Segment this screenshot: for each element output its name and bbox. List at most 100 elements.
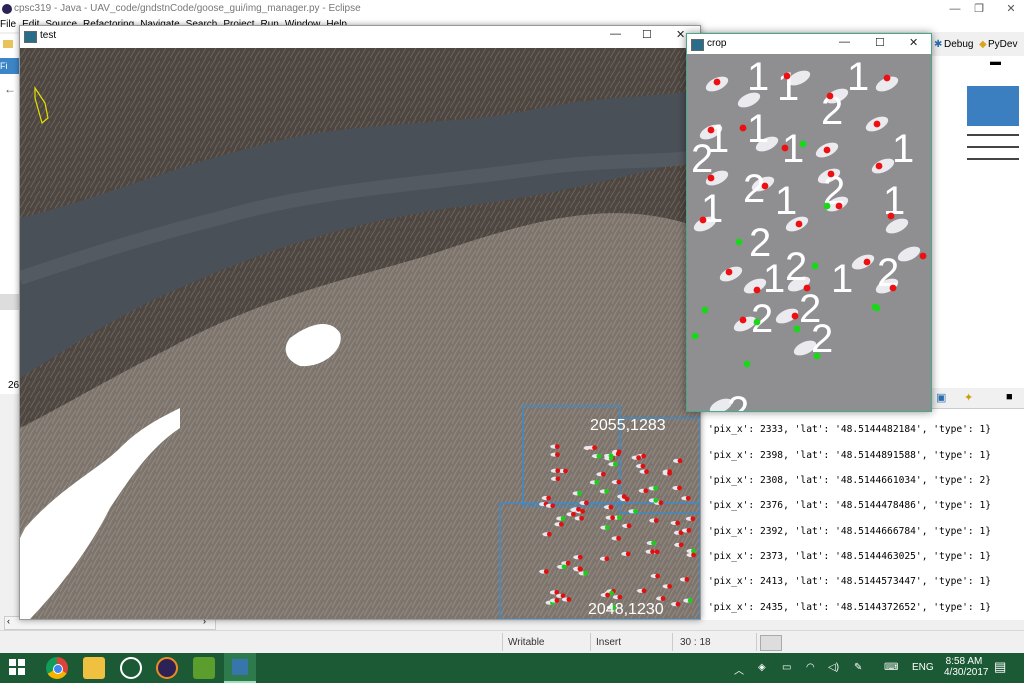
- goose-marker: [615, 451, 621, 457]
- goose-marker-type-1: [873, 120, 881, 128]
- goose-marker: [570, 511, 576, 517]
- pen-icon[interactable]: ✎: [854, 662, 862, 673]
- minimize-view-icon[interactable]: ▬: [990, 56, 1001, 68]
- debug-perspective[interactable]: Debug: [944, 39, 973, 50]
- goose-marker: [667, 583, 673, 589]
- goose-marker-type-2: [793, 325, 801, 333]
- tray-chevron-icon[interactable]: ︿: [734, 662, 744, 677]
- close-button[interactable]: ✕: [988, 0, 1024, 18]
- goose-marker-type-2: [743, 360, 751, 368]
- goose-marker-type-1: [699, 216, 707, 224]
- goose-marker: [561, 564, 567, 570]
- status-icon[interactable]: [760, 635, 782, 651]
- goose-marker: [560, 516, 566, 521]
- goose-marker-type-2: [691, 332, 699, 340]
- goose-marker: [554, 444, 560, 449]
- test-window: test — ☐ ✕ 2055,1283 2048,1230: [19, 25, 701, 620]
- maximize-view-icon[interactable]: ■: [1006, 391, 1013, 403]
- goose-marker: [604, 525, 610, 530]
- type-label-2: 2: [743, 167, 765, 211]
- goose-marker-type-1: [713, 78, 721, 86]
- explorer-tab[interactable]: Fi: [0, 58, 20, 74]
- goose-marker: [616, 515, 622, 521]
- goose-marker: [600, 471, 606, 477]
- crop-close-button[interactable]: ✕: [909, 36, 918, 49]
- eclipse-titlebar: cpsc319 - Java - UAV_code/gndstnCode/goo…: [0, 0, 1024, 18]
- goose-marker: [565, 560, 571, 566]
- console-line: 'pix_x': 2333, 'lat': '48.5144482184', '…: [708, 424, 992, 435]
- goose-marker: [577, 490, 582, 496]
- console-line: 'pix_x': 2398, 'lat': '48.5144891588', '…: [708, 450, 992, 461]
- minimap-line: [967, 146, 1019, 148]
- goose-marker-type-1: [783, 72, 791, 80]
- scroll-left-icon[interactable]: ‹: [7, 616, 10, 626]
- goose-marker-type-2: [735, 238, 743, 246]
- goose-marker: [636, 455, 642, 461]
- dropbox-icon[interactable]: ◈: [758, 662, 766, 673]
- type-label-1: 1: [775, 179, 797, 223]
- windows-start-icon[interactable]: [9, 659, 25, 675]
- menu-file[interactable]: File: [0, 19, 16, 30]
- goose-marker: [655, 573, 660, 579]
- crop-maximize-button[interactable]: ☐: [875, 36, 885, 49]
- test-window-title: test: [40, 30, 57, 41]
- test-maximize-button[interactable]: ☐: [642, 28, 652, 41]
- settings-icon[interactable]: [120, 657, 142, 679]
- goose-marker-type-2: [813, 352, 821, 360]
- minimap-highlight: [967, 86, 1019, 126]
- keyboard-icon[interactable]: ⌨: [884, 662, 898, 673]
- wifi-icon[interactable]: ◠: [806, 662, 815, 673]
- crop-image-canvas[interactable]: 1 1 1 1 1 1 1 1 1 1 1 1 2 2 2 2 2 2 2 2: [687, 54, 931, 411]
- type-label-1: 1: [701, 187, 723, 231]
- editor-icon[interactable]: [193, 657, 215, 679]
- goose-marker: [643, 488, 649, 494]
- type-label-1: 1: [747, 107, 769, 151]
- eclipse-taskbar-icon[interactable]: [156, 657, 178, 679]
- battery-icon[interactable]: ▭: [782, 662, 791, 673]
- test-close-button[interactable]: ✕: [676, 28, 685, 41]
- action-center-icon[interactable]: ▤: [994, 659, 1006, 675]
- goose-marker-type-1: [863, 258, 871, 266]
- console-line: 'pix_x': 2373, 'lat': '48.5144463025', '…: [708, 551, 992, 562]
- goose-marker: [555, 468, 561, 474]
- perspective-bar: ✱ Debug ◆ PyDev ▬: [930, 34, 1024, 68]
- pydev-perspective[interactable]: PyDev: [988, 39, 1017, 50]
- goose-marker: [612, 461, 618, 467]
- type-label-1: 1: [777, 65, 799, 109]
- line-number: 26: [8, 380, 20, 391]
- goose-marker-type-2: [823, 202, 831, 210]
- language-indicator[interactable]: ENG: [912, 662, 934, 673]
- console-line: 'pix_x': 2413, 'lat': '48.5144573447', '…: [708, 576, 992, 587]
- aerial-image-canvas[interactable]: 2055,1283 2048,1230 1923: [20, 48, 700, 619]
- file-explorer-icon[interactable]: [83, 657, 105, 679]
- pydev-icon: ◆: [979, 39, 987, 50]
- python-window-icon[interactable]: [224, 653, 256, 683]
- type-label-1: 1: [892, 127, 914, 171]
- goose-marker-type-1: [781, 144, 789, 152]
- type-label-2: 2: [749, 221, 771, 265]
- goose-marker: [616, 535, 621, 541]
- new-console-icon[interactable]: ✦: [964, 391, 973, 404]
- goose-marker: [546, 531, 552, 537]
- goose-marker: [651, 540, 656, 546]
- goose-marker: [604, 488, 610, 494]
- volume-icon[interactable]: ◁): [828, 662, 839, 673]
- minimap-line: [967, 158, 1019, 160]
- goose-marker-type-1: [887, 212, 895, 220]
- outline-pane: [930, 34, 1024, 389]
- folder-icon: [3, 40, 13, 48]
- crop-window: crop — ☐ ✕ 1 1 1 1 1 1 1 1 1 1 1 1 2 2 2…: [686, 33, 932, 412]
- aerial-image: 2055,1283 2048,1230 1923: [20, 48, 700, 619]
- display-console-icon[interactable]: ▣: [936, 391, 946, 404]
- goose-marker: [592, 445, 597, 451]
- goose-marker: [608, 504, 614, 510]
- goose-marker: [543, 569, 549, 574]
- back-arrow-icon[interactable]: ←: [4, 82, 16, 96]
- goose-marker-type-1: [827, 170, 835, 178]
- crop-minimize-button[interactable]: —: [839, 36, 850, 48]
- test-minimize-button[interactable]: —: [610, 28, 621, 40]
- goose-marker-type-1: [823, 146, 831, 154]
- chrome-icon[interactable]: [46, 657, 68, 679]
- console-line: 'pix_x': 2392, 'lat': '48.5144666784', '…: [708, 526, 992, 537]
- clock[interactable]: 8:58 AM 4/30/2017: [944, 656, 989, 678]
